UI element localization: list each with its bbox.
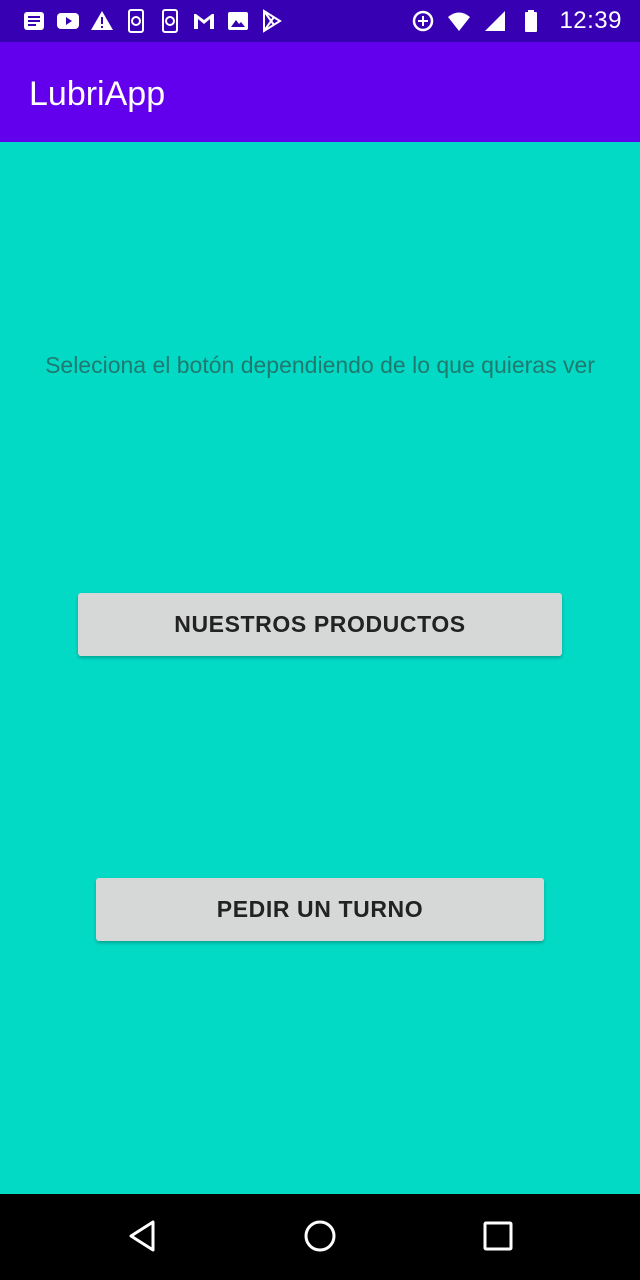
- notification-icons: [22, 9, 284, 33]
- wifi-icon: [447, 9, 471, 33]
- home-icon: [304, 1220, 336, 1252]
- phone-sync-icon-2: [158, 9, 182, 33]
- home-button[interactable]: [298, 1214, 342, 1258]
- battery-icon: [519, 9, 543, 33]
- navigation-bar: [0, 1194, 640, 1280]
- instruction-text: Seleciona el botón dependiendo de lo que…: [45, 352, 595, 378]
- products-button[interactable]: NUESTROS PRODUCTOS: [78, 593, 562, 656]
- data-saver-icon: [411, 9, 435, 33]
- recent-apps-button[interactable]: [476, 1214, 520, 1258]
- youtube-icon: [56, 9, 80, 33]
- warning-icon: [90, 9, 114, 33]
- phone-sync-icon: [124, 9, 148, 33]
- play-store-icon: [260, 9, 284, 33]
- back-button[interactable]: [121, 1214, 165, 1258]
- image-icon: [226, 9, 250, 33]
- request-appointment-button[interactable]: PEDIR UN TURNO: [96, 878, 544, 941]
- app-title: LubriApp: [29, 75, 166, 113]
- status-bar: 12:39: [0, 0, 640, 42]
- app-bar: LubriApp: [0, 42, 640, 142]
- cell-signal-icon: [483, 9, 507, 33]
- status-time: 12:39: [559, 7, 622, 34]
- gmail-icon: [192, 9, 216, 33]
- back-icon: [129, 1220, 155, 1252]
- notes-icon: [22, 9, 46, 33]
- system-icons: 12:39: [411, 6, 622, 36]
- main-content: Seleciona el botón dependiendo de lo que…: [0, 142, 640, 1194]
- recent-apps-icon: [483, 1221, 513, 1251]
